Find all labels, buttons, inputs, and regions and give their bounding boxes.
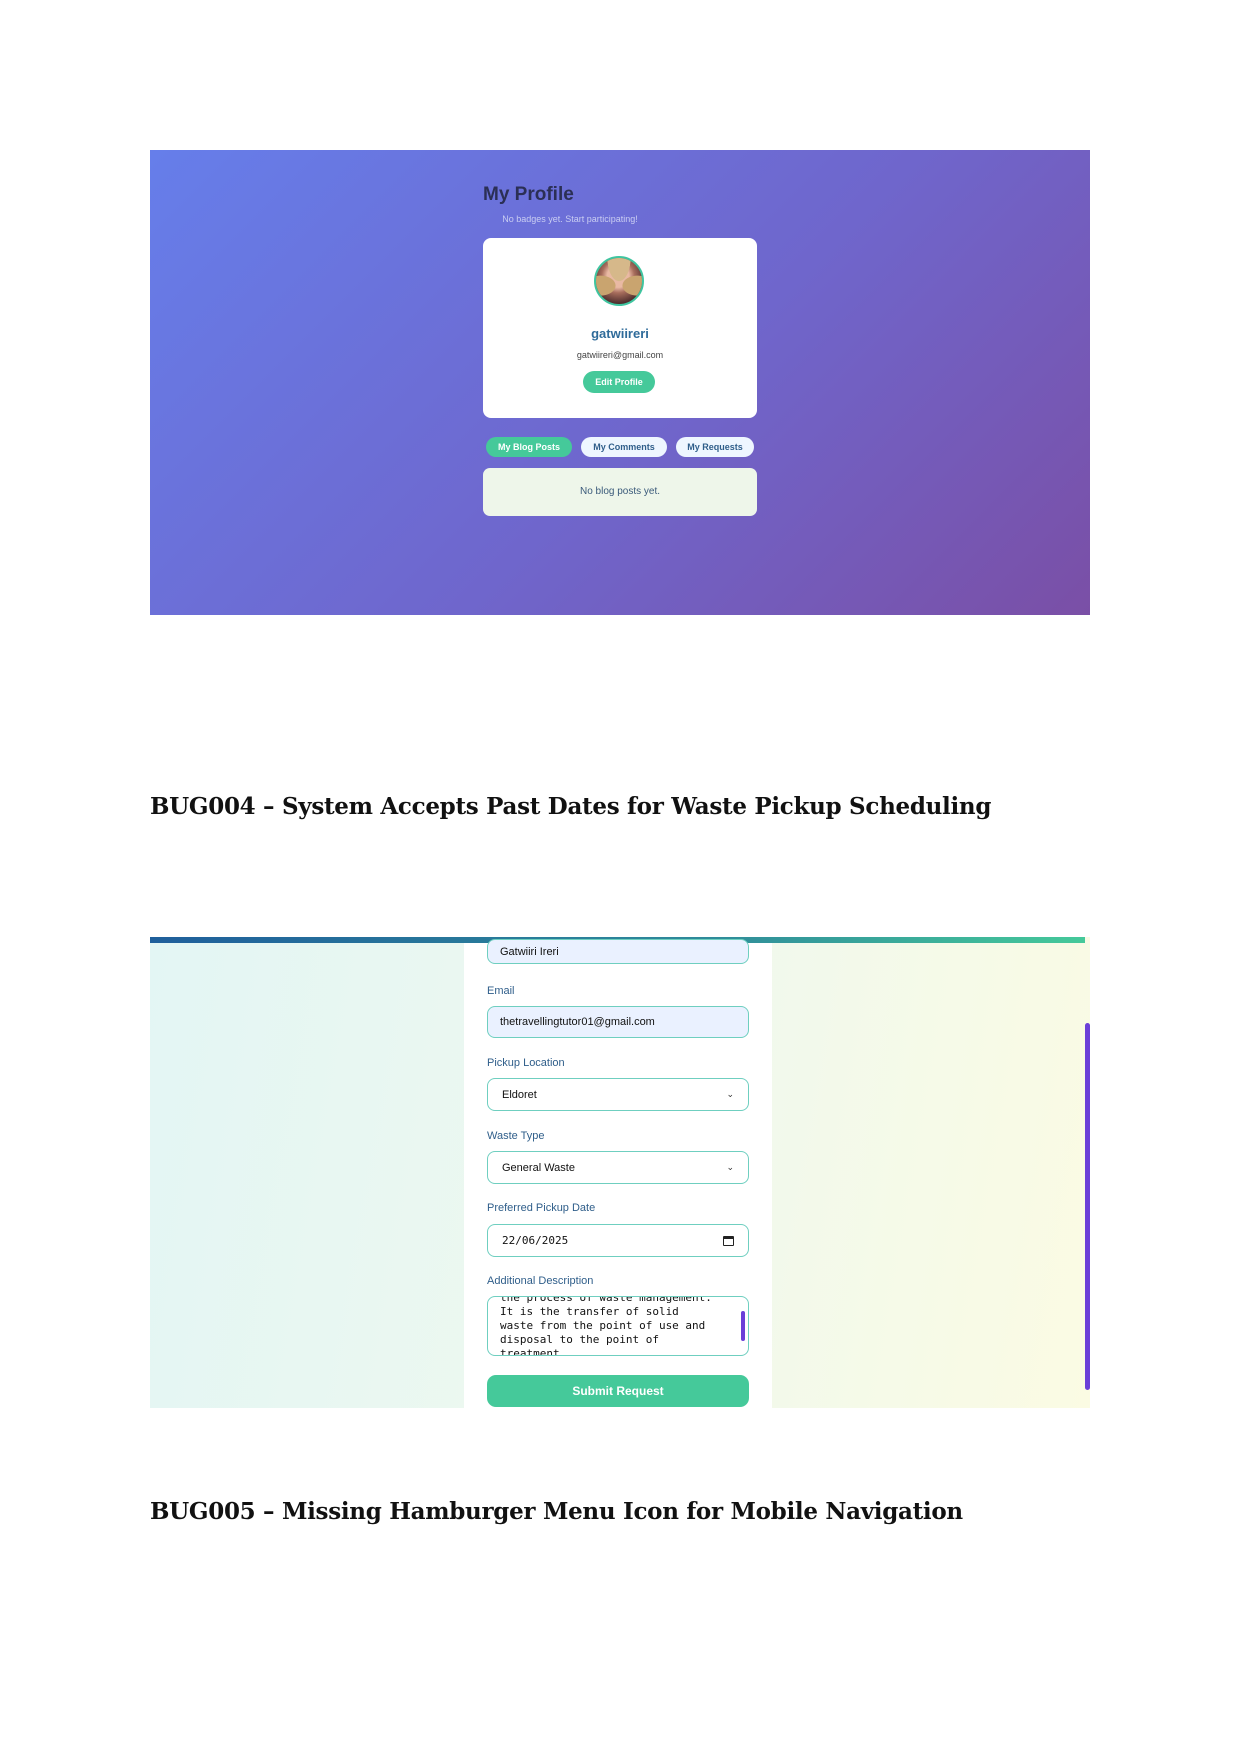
- waste-type-value: General Waste: [502, 1161, 575, 1174]
- name-field[interactable]: Gatwiiri Ireri: [487, 939, 749, 964]
- page-scrollbar[interactable]: [1085, 1023, 1090, 1390]
- avatar: [594, 256, 644, 306]
- description-label: Additional Description: [487, 1275, 594, 1287]
- pickup-form: Gatwiiri Ireri Email thetravellingtutor0…: [464, 939, 772, 1408]
- pickup-date-label: Preferred Pickup Date: [487, 1202, 596, 1214]
- textarea-scrollbar[interactable]: [741, 1311, 745, 1341]
- page-title: My Profile: [483, 184, 574, 205]
- submit-request-button[interactable]: Submit Request: [487, 1375, 749, 1407]
- waste-type-select[interactable]: General Waste ⌄: [487, 1151, 749, 1184]
- tab-my-requests[interactable]: My Requests: [676, 437, 754, 457]
- pickup-form-screenshot: Gatwiiri Ireri Email thetravellingtutor0…: [150, 937, 1090, 1408]
- email-label: Email: [487, 985, 515, 997]
- name-value: Gatwiiri Ireri: [500, 945, 559, 958]
- description-textarea[interactable]: the process of waste management. It is t…: [487, 1296, 749, 1356]
- empty-posts-panel: No blog posts yet.: [483, 468, 757, 516]
- edit-profile-button[interactable]: Edit Profile: [583, 371, 655, 393]
- calendar-icon[interactable]: [723, 1235, 734, 1246]
- tab-my-comments[interactable]: My Comments: [581, 437, 667, 457]
- badges-note: No badges yet. Start participating!: [502, 214, 638, 224]
- description-value: the process of waste management. It is t…: [500, 1296, 712, 1356]
- email-value: thetravellingtutor01@gmail.com: [500, 1016, 655, 1028]
- pickup-date-input[interactable]: 22/06/2025: [487, 1224, 749, 1257]
- bug005-heading: BUG005 – Missing Hamburger Menu Icon for…: [150, 1498, 963, 1525]
- pickup-location-value: Eldoret: [502, 1088, 537, 1101]
- waste-type-label: Waste Type: [487, 1130, 545, 1142]
- email-field[interactable]: thetravellingtutor01@gmail.com: [487, 1006, 749, 1038]
- pickup-location-label: Pickup Location: [487, 1057, 565, 1069]
- chevron-down-icon: ⌄: [726, 1089, 734, 1099]
- pickup-location-select[interactable]: Eldoret ⌄: [487, 1078, 749, 1111]
- profile-card: gatwiireri gatwiireri@gmail.com Edit Pro…: [483, 238, 757, 418]
- profile-screenshot: My Profile No badges yet. Start particip…: [150, 150, 1090, 615]
- bug004-heading: BUG004 – System Accepts Past Dates for W…: [150, 793, 992, 820]
- chevron-down-icon: ⌄: [726, 1162, 734, 1172]
- tab-my-blog-posts[interactable]: My Blog Posts: [486, 437, 572, 457]
- username: gatwiireri: [591, 326, 649, 341]
- pickup-date-value: 22/06/2025: [502, 1234, 569, 1247]
- user-email: gatwiireri@gmail.com: [576, 350, 664, 360]
